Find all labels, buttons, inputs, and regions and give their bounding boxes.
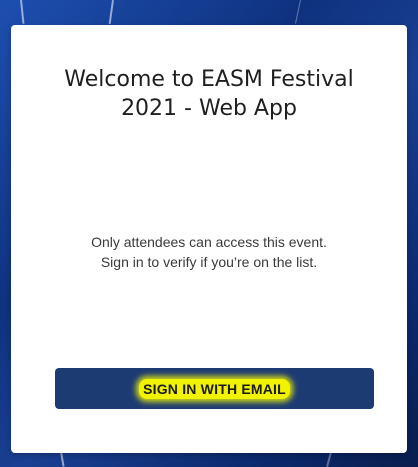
background-streak: [108, 0, 114, 25]
sign-in-button-label: SIGN IN WITH EMAIL: [139, 378, 290, 399]
background-streak: [60, 451, 65, 467]
background-streak: [20, 0, 25, 24]
background-streak: [326, 452, 332, 467]
dialog-message: Only attendees can access this event. Si…: [11, 232, 407, 272]
message-line-2: Sign in to verify if you’re on the list.: [100, 254, 318, 270]
dialog-title: Welcome to EASM Festival 2021 - Web App: [64, 67, 354, 121]
background-streak: [295, 0, 301, 24]
message-line-1: Only attendees can access this event.: [91, 234, 327, 250]
welcome-dialog: Welcome to EASM Festival 2021 - Web App …: [11, 25, 407, 453]
sign-in-with-email-button[interactable]: SIGN IN WITH EMAIL: [55, 368, 374, 409]
